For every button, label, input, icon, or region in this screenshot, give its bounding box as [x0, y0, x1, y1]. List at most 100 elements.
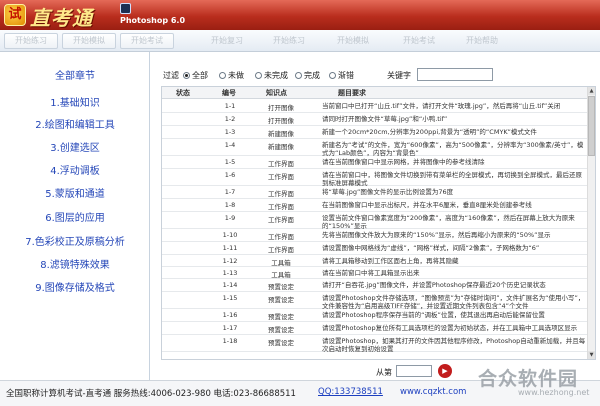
- question-number: 1-7: [224, 188, 236, 196]
- table-row[interactable]: 1-3 新建图像 新建一个20cm*20cm,分辨率为200ppi,背景为“透明”的…: [162, 126, 589, 139]
- sidebar-item-chapter-4[interactable]: 4.浮动调板: [0, 162, 150, 177]
- knowledge-point: 预置设定: [268, 313, 294, 321]
- table-row[interactable]: 1-12 工具箱 请将工具箱移动到工作区面右上角，再将其隐藏: [162, 255, 589, 267]
- footer-website-link[interactable]: www.cqzkt.com: [400, 387, 466, 397]
- page-number-input[interactable]: [396, 365, 432, 377]
- toolbar-button-4[interactable]: 开始复习: [200, 33, 254, 49]
- table-row[interactable]: 1-17 预置设定 请设置Photoshop复位所有工具选项栏的设置为初始状态，并在…: [162, 322, 589, 335]
- table-row[interactable]: 1-11 工作界面 请设置图像中网格线为“虚线”，“网格”样式，间隔“2像素”，子网…: [162, 242, 589, 255]
- table-row[interactable]: 1-5 工作界面 请在当前图像窗口中显示网格，并将图像中的参考线清除: [162, 156, 589, 169]
- question-number: 1-15: [222, 294, 238, 302]
- table-row[interactable]: 1-2 打开图像 请同时打开图像文件“草莓.jpg”和“小鸭.tif”: [162, 113, 589, 126]
- filter-radio-all[interactable]: 全部: [183, 69, 208, 81]
- knowledge-point: 工作界面: [268, 216, 294, 224]
- question-number: 1-17: [222, 324, 238, 332]
- question-requirement: 新建名为“考试”的文件，宽为“600像素”，高为“500像素”，分辨率为“300…: [322, 141, 584, 157]
- sidebar-item-chapter-1[interactable]: 1.基础知识: [0, 94, 150, 109]
- question-requirement: 请设置图像中网格线为“虚线”，“网格”样式，间隔“2像素”，子网格数为“6”: [322, 244, 540, 252]
- table-row[interactable]: 1-16 预置设定 请设置Photoshop程序保存当前的“调板”位置，使其退出再启…: [162, 309, 589, 322]
- question-requirement: 请在当前窗口中将工具箱显示出来: [322, 269, 420, 277]
- knowledge-point: 预置设定: [268, 296, 294, 304]
- question-requirement: 请在当前窗口中，将图像文件切换到带有菜单栏的全屏模式，再切换到全屏模式，最后还原…: [322, 171, 582, 187]
- product-title: Photoshop 6.0: [120, 16, 186, 25]
- filter-radio-complete[interactable]: 完成: [295, 69, 320, 81]
- filter-radio-undone[interactable]: 未做: [219, 69, 244, 81]
- column-status[interactable]: 状态: [176, 88, 190, 98]
- app-window: 试 直考通 Photoshop 6.0 开始练习 开始模拟 开始考试 开始复习 …: [0, 0, 600, 406]
- question-number: 1-10: [222, 231, 238, 239]
- toolbar-button-3[interactable]: 开始考试: [120, 33, 174, 49]
- question-number: 1-6: [224, 171, 236, 179]
- filter-radio-wrong[interactable]: 渐错: [329, 69, 354, 81]
- question-number: 1-11: [222, 244, 238, 252]
- knowledge-point: 工作界面: [268, 233, 294, 241]
- radio-icon: [219, 71, 226, 79]
- title-header: 试 直考通 Photoshop 6.0: [0, 0, 600, 30]
- table-row[interactable]: 1-6 工作界面 请在当前窗口中，将图像文件切换到带有菜单栏的全屏模式，再切换到全屏…: [162, 169, 589, 187]
- toolbar: 开始练习 开始模拟 开始考试 开始复习 开始练习 开始模拟 开始考试 开始帮助: [0, 30, 600, 52]
- knowledge-point: 工作界面: [268, 203, 294, 211]
- table-row[interactable]: 1-14 预置设定 请打开“自吞花.jpg”图像文件，并设置Photoshop保存最…: [162, 279, 589, 292]
- go-arrow-icon[interactable]: ▶: [438, 364, 452, 378]
- footer-qq-link[interactable]: QQ:133738511: [318, 387, 383, 397]
- column-knowledge-point[interactable]: 知识点: [266, 88, 287, 98]
- table-row[interactable]: 1-4 新建图像 新建名为“考试”的文件，宽为“600像素”，高为“500像素”，分…: [162, 139, 589, 157]
- sidebar-item-chapter-2[interactable]: 2.绘图和编辑工具: [0, 116, 150, 131]
- question-number: 1-13: [222, 269, 238, 277]
- table-row[interactable]: 1-15 预置设定 请设置Photoshop文件存储选项，“图像预览”为“存储时询问…: [162, 292, 589, 310]
- vertical-scrollbar[interactable]: ▲ ▼: [587, 87, 595, 359]
- status-footer: 全国职称计算机考试-直考通 服务热线:4006-023-980 电话:023-8…: [0, 380, 600, 406]
- sidebar-item-chapter-5[interactable]: 5.蒙版和通道: [0, 185, 150, 200]
- question-table: 状态 编号 知识点 题目要求 1-1 打开图像 当前窗口中已打开“山丘.tif”文件…: [161, 86, 596, 360]
- scroll-down-icon[interactable]: ▼: [588, 351, 595, 359]
- table-row[interactable]: 1-7 工作界面 将“草莓.jpg”图像文件的显示比例设置为76度: [162, 186, 589, 199]
- knowledge-point: 工作界面: [268, 246, 294, 254]
- table-row[interactable]: 1-9 工作界面 设置当前文件窗口像素宽度为“200像素”，高度为“160像素”，然…: [162, 212, 589, 230]
- sidebar-item-chapter-9[interactable]: 9.图像存储及格式: [0, 279, 150, 294]
- sidebar-item-chapter-7[interactable]: 7.色彩校正及原稿分析: [0, 233, 150, 248]
- table-row[interactable]: 1-1 打开图像 当前窗口中已打开“山丘.tif”文件，请打开文件“玫瑰.jpg”，…: [162, 100, 589, 113]
- question-requirement: 请设置Photoshop复位所有工具选项栏的设置为初始状态，并在工具箱中工具选项…: [322, 324, 578, 332]
- column-requirement[interactable]: 题目要求: [338, 88, 366, 98]
- filter-radio-incomplete[interactable]: 未完成: [255, 69, 288, 81]
- sidebar-item-chapter-8[interactable]: 8.滤镜特殊效果: [0, 256, 150, 271]
- knowledge-point: 打开图像: [268, 104, 294, 112]
- toolbar-button-8[interactable]: 开始帮助: [455, 33, 509, 49]
- table-row[interactable]: 1-18 预置设定 请设置Photoshop，如果其打开的文件因其他程序修改，Pho…: [162, 335, 589, 353]
- radio-icon: [255, 71, 262, 79]
- question-number: 1-18: [222, 337, 238, 345]
- sidebar-item-chapter-6[interactable]: 6.图层的应用: [0, 209, 150, 224]
- question-number: 1-16: [222, 311, 238, 319]
- question-number: 1-4: [224, 141, 236, 149]
- knowledge-point: 工具箱: [271, 259, 291, 267]
- filter-option-label: 未做: [228, 70, 244, 80]
- question-requirement: 请将工具箱移动到工作区面右上角，再将其隐藏: [322, 257, 459, 265]
- scroll-up-icon[interactable]: ▲: [588, 87, 595, 95]
- toolbar-button-7[interactable]: 开始考试: [392, 33, 446, 49]
- scroll-thumb[interactable]: [588, 96, 595, 156]
- keyword-input[interactable]: [417, 68, 493, 81]
- question-requirement: 请设置Photoshop文件存储选项，“图像预览”为“存储时询问”，文件扩展名为…: [322, 294, 585, 310]
- column-number[interactable]: 编号: [222, 88, 236, 98]
- toolbar-button-6[interactable]: 开始模拟: [326, 33, 380, 49]
- sidebar-item-all[interactable]: 全部章节: [0, 67, 150, 82]
- pager-label: 从第: [376, 368, 392, 377]
- knowledge-point: 预置设定: [268, 339, 294, 347]
- question-requirement: 设置当前文件窗口像素宽度为“200像素”，高度为“160像素”，然后在屏幕上放大…: [322, 214, 575, 230]
- question-requirement: 新建一个20cm*20cm,分辨率为200ppi,背景为“透明”的“CMYK”模…: [322, 128, 537, 136]
- question-number: 1-1: [224, 102, 236, 110]
- question-requirement: 将“草莓.jpg”图像文件的显示比例设置为76度: [322, 188, 454, 196]
- main-panel: 过滤 全部 未做 未完成 完成 渐错 关键字 状态 编号 知识点 题目要求 1-…: [151, 52, 600, 380]
- table-row[interactable]: 1-13 工具箱 请在当前窗口中将工具箱显示出来: [162, 267, 589, 279]
- toolbar-button-5[interactable]: 开始练习: [262, 33, 316, 49]
- toolbar-button-1[interactable]: 开始练习: [4, 33, 58, 49]
- sidebar-item-chapter-3[interactable]: 3.创建选区: [0, 139, 150, 154]
- table-row[interactable]: 1-8 工作界面 在当前图像窗口中显示出标尺，并在水平6厘米，垂直8厘米处创建参考线: [162, 199, 589, 212]
- chapter-sidebar: 全部章节 1.基础知识 2.绘图和编辑工具 3.创建选区 4.浮动调板 5.蒙版…: [0, 52, 150, 380]
- toolbar-button-2[interactable]: 开始模拟: [62, 33, 116, 49]
- knowledge-point: 新建图像: [268, 143, 294, 151]
- question-requirement: 请设置Photoshop，如果其打开的文件因其他程序修改，Photoshop自动…: [322, 337, 586, 353]
- footer-contact-text: 全国职称计算机考试-直考通 服务热线:4006-023-980 电话:023-8…: [6, 389, 296, 399]
- table-row[interactable]: 1-10 工作界面 先将当前图像文件放大为原来的“150%”显示，然后再缩小为原来的…: [162, 229, 589, 242]
- question-number: 1-14: [222, 281, 238, 289]
